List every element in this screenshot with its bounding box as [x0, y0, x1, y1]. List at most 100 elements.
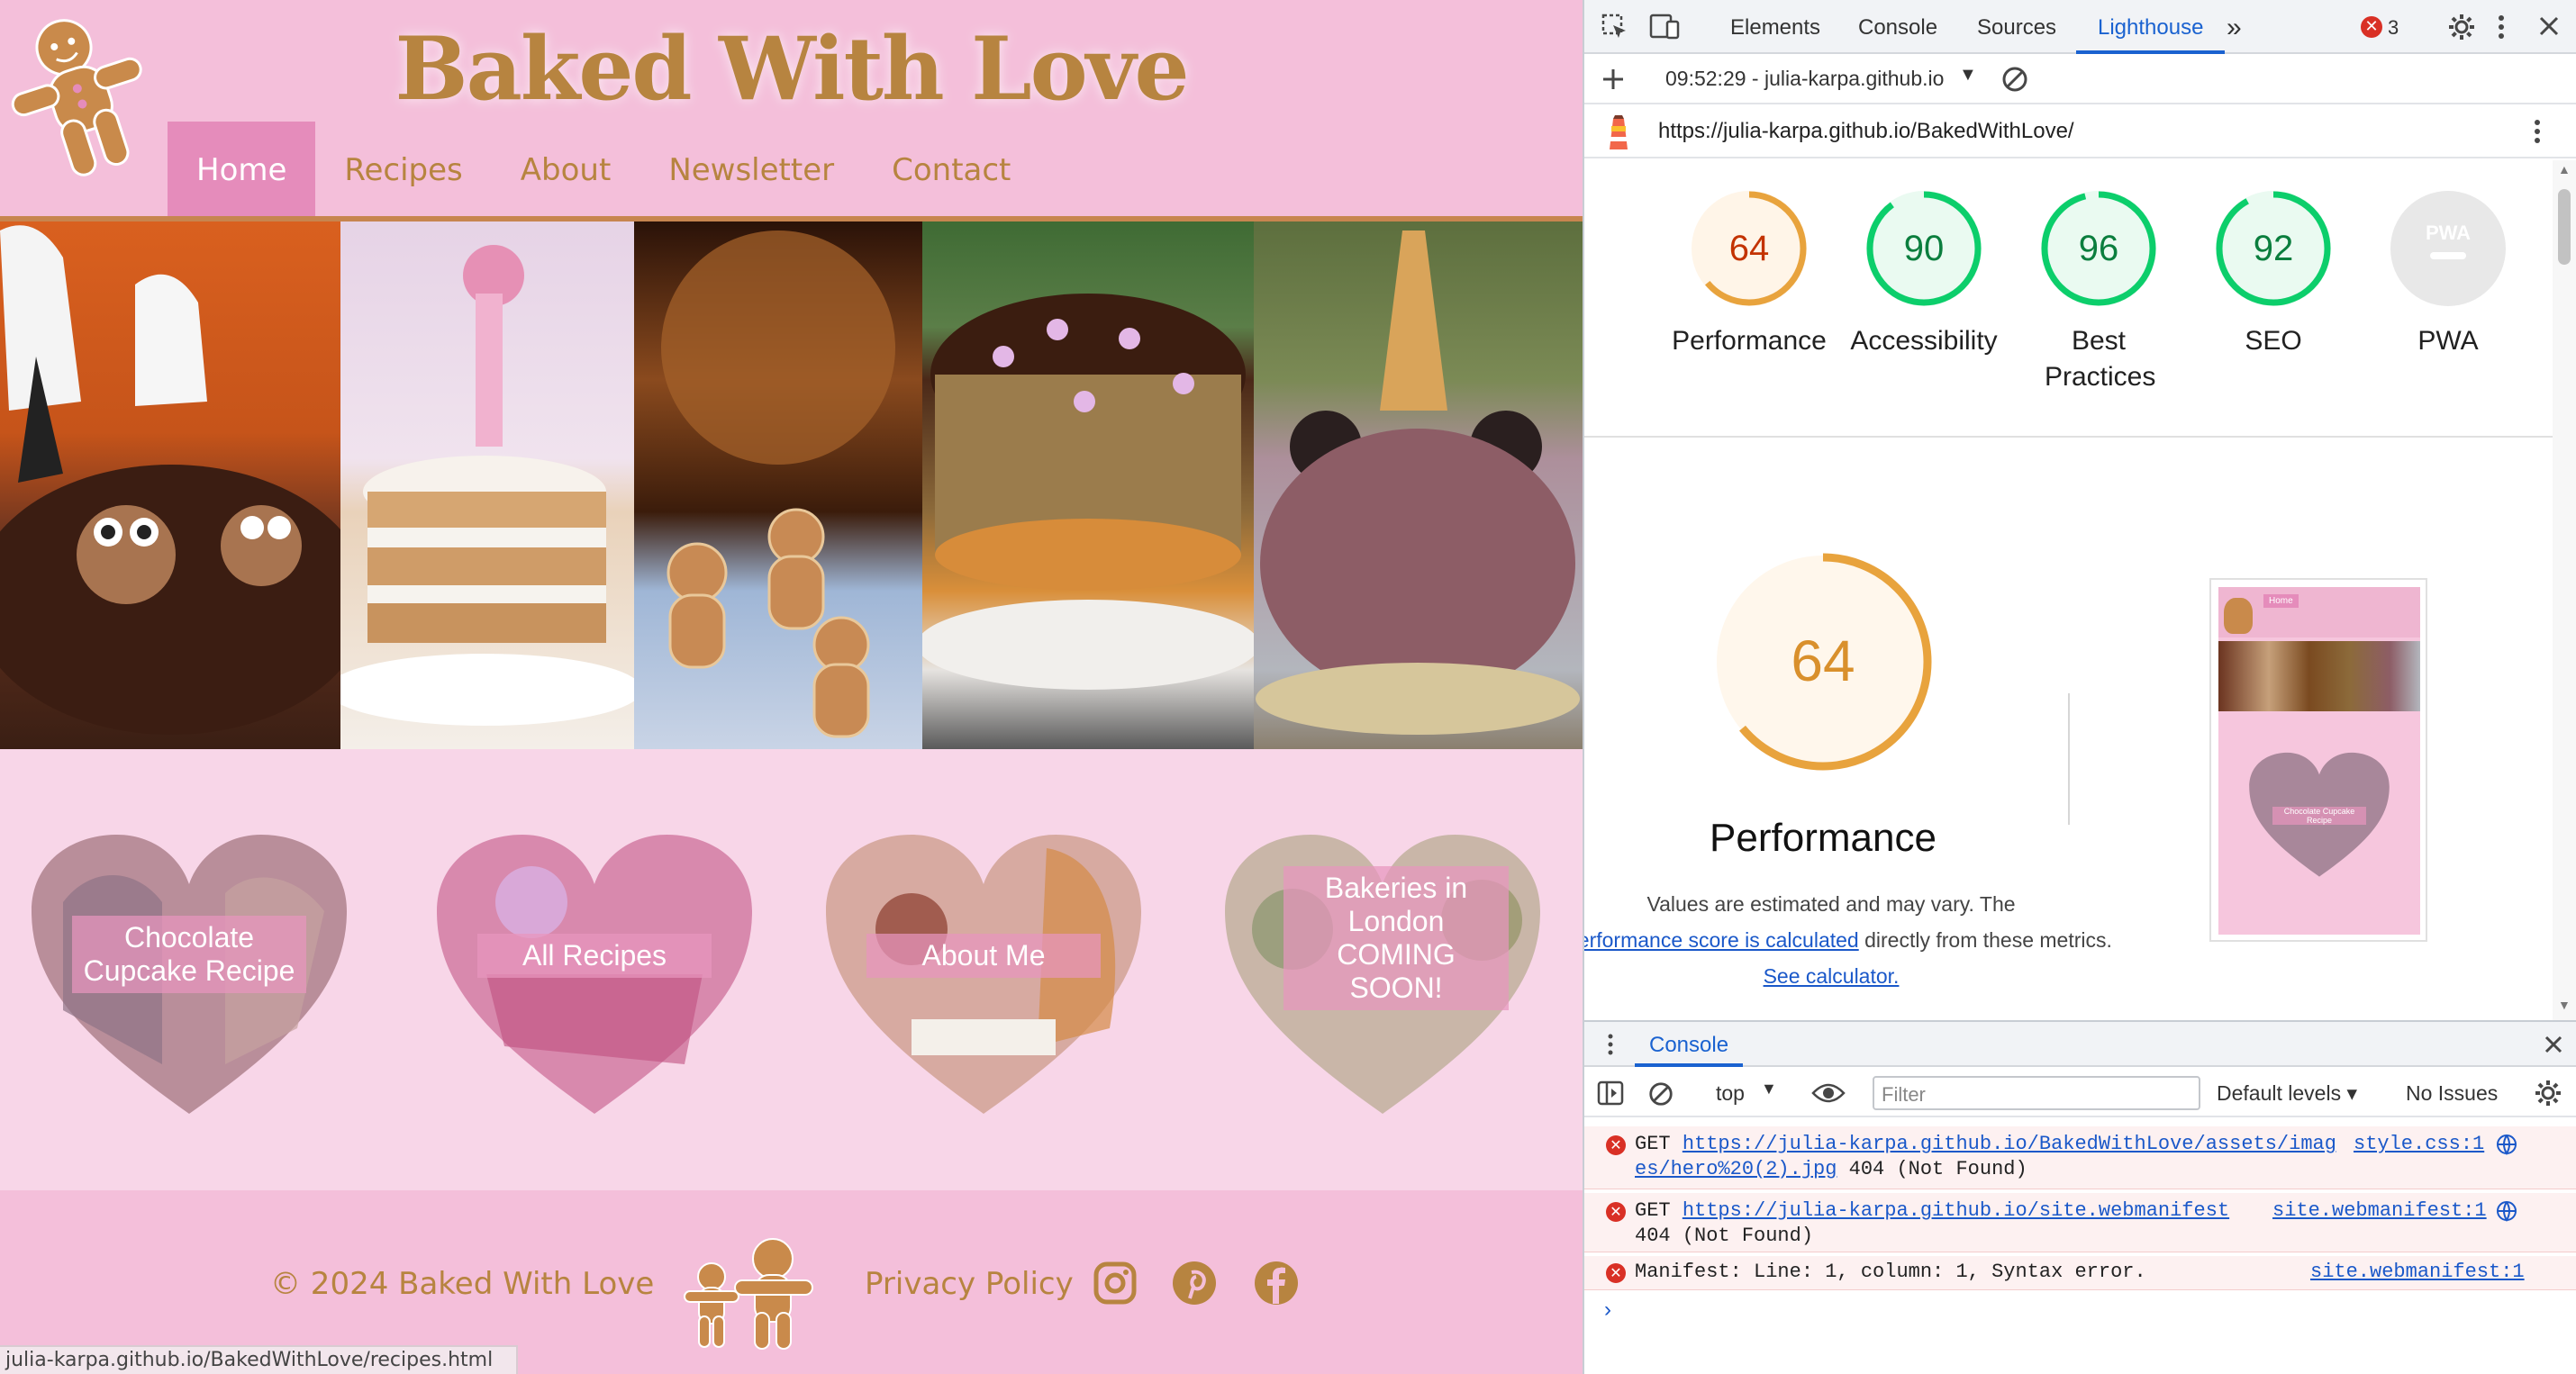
console-toolbar: top ▼ Filter Default levels ▾ No Issues	[1584, 1069, 2576, 1117]
hero-photo-chocolate-cake	[922, 221, 1254, 749]
heart-card-about-me[interactable]: About Me	[821, 830, 1146, 1127]
nav-home[interactable]: Home	[168, 122, 316, 218]
tab-console[interactable]: Console	[1858, 0, 1937, 54]
context-chevron-down-icon[interactable]: ▼	[1761, 1080, 1777, 1098]
page-screenshot-thumbnail[interactable]: Home Chocolate Cupcake Recipe	[2209, 578, 2427, 942]
thumbnail-nav: Home	[2263, 594, 2299, 608]
error-count[interactable]: 3	[2388, 16, 2399, 40]
thumbnail-hero	[2218, 641, 2420, 711]
lighthouse-url-bar: https://julia-karpa.github.io/BakedWithL…	[1584, 104, 2576, 158]
tab-elements[interactable]: Elements	[1730, 0, 1820, 54]
report-scrollbar[interactable]: ▲ ▼	[2553, 160, 2576, 1020]
heart-card-all-recipes[interactable]: All Recipes	[432, 830, 757, 1127]
nav-contact[interactable]: Contact	[863, 122, 1039, 218]
score-gauge-best-practices[interactable]: 96 Best Practices	[2013, 187, 2184, 395]
heart-image	[826, 835, 1141, 1114]
more-tabs-chevron-icon[interactable]: »	[2227, 0, 2242, 54]
console-error-row[interactable]: ✕ GET https://julia-karpa.github.io/site…	[1584, 1193, 2576, 1252]
scrollbar-thumb[interactable]	[2558, 189, 2571, 265]
close-drawer-icon[interactable]	[2543, 1034, 2564, 1055]
error-source-link[interactable]: style.css:1	[2354, 1132, 2484, 1157]
chevron-down-icon[interactable]: ▼	[1959, 65, 1977, 86]
error-url-link[interactable]: https://julia-karpa.github.io/BakedWithL…	[1683, 1133, 2336, 1155]
big-score-value: 64	[1791, 628, 1855, 693]
console-settings-gear-icon[interactable]	[2534, 1079, 2562, 1107]
score-ring: 92	[2216, 191, 2331, 306]
heart-card-chocolate-cupcake[interactable]: Chocolate Cupcake Recipe	[27, 830, 351, 1127]
console-filter-input[interactable]: Filter	[1873, 1076, 2200, 1110]
footer-copyright: © 2024 Baked With Love	[270, 1266, 655, 1302]
score-calculated-link[interactable]: performance score is calculated	[1584, 928, 1859, 952]
site-header: Baked With Love Home Recipes About Newsl…	[0, 0, 1583, 221]
tab-sources[interactable]: Sources	[1977, 0, 2056, 54]
score-value: 92	[2254, 229, 2294, 268]
nav-about[interactable]: About	[492, 122, 640, 218]
settings-gear-icon[interactable]	[2447, 13, 2476, 41]
score-value: 64	[1729, 229, 1770, 268]
report-divider	[1584, 436, 2576, 438]
drawer-menu-icon[interactable]	[1606, 1033, 1615, 1056]
report-selector[interactable]: 09:52:29 - julia-karpa.github.io	[1665, 67, 1944, 91]
console-error-row[interactable]: ✕ GET https://julia-karpa.github.io/Bake…	[1584, 1126, 2576, 1189]
network-request-icon[interactable]	[2496, 1200, 2517, 1222]
score-ring: 64	[1692, 191, 1807, 306]
kebab-menu-icon[interactable]	[2496, 13, 2507, 41]
nav-recipes[interactable]: Recipes	[315, 122, 491, 218]
footer-privacy-link[interactable]: Privacy Policy	[865, 1266, 1074, 1302]
console-error-row[interactable]: ✕ Manifest: Line: 1, column: 1, Syntax e…	[1584, 1256, 2576, 1290]
log-levels-dropdown[interactable]: Default levels ▾	[2217, 1081, 2357, 1106]
lighthouse-logo-icon	[1610, 115, 1628, 149]
thumbnail-heart-label: Chocolate Cupcake Recipe	[2272, 807, 2366, 825]
heart-label: All Recipes	[477, 934, 712, 978]
score-gauge-performance[interactable]: 64 Performance	[1664, 187, 1835, 359]
console-drawer-tab[interactable]: Console	[1635, 1022, 1744, 1067]
error-source-link[interactable]: site.webmanifest:1	[2272, 1198, 2487, 1224]
hero-gallery	[0, 221, 1583, 749]
hero-photo-layer-cake	[340, 221, 634, 749]
new-report-plus-icon[interactable]	[1601, 67, 1626, 92]
filter-placeholder: Filter	[1882, 1083, 1926, 1106]
score-gauge-pwa[interactable]: PWA PWA	[2363, 187, 2534, 359]
close-devtools-icon[interactable]	[2537, 14, 2561, 38]
error-icon: ✕	[1606, 1135, 1626, 1155]
see-calculator-link[interactable]: See calculator.	[1764, 964, 1900, 988]
report-menu-icon[interactable]	[2532, 117, 2543, 146]
scroll-down-arrow-icon[interactable]: ▼	[2558, 998, 2571, 1012]
inspect-element-icon[interactable]	[1601, 13, 1629, 41]
tab-lighthouse[interactable]: Lighthouse	[2076, 0, 2226, 54]
error-url-link-cont[interactable]: es/hero%20(2).jpg	[1635, 1158, 1837, 1180]
score-value: 90	[1904, 229, 1945, 268]
console-sidebar-icon[interactable]	[1597, 1080, 1624, 1106]
error-icon: ✕	[1606, 1202, 1626, 1222]
score-gauge-seo[interactable]: 92 SEO	[2188, 187, 2359, 359]
performance-heading: Performance	[1710, 816, 1937, 860]
lighthouse-toolbar: 09:52:29 - julia-karpa.github.io ▼	[1584, 54, 2576, 104]
score-label: Accessibility	[1850, 326, 1998, 356]
site-title: Baked With Love	[395, 18, 1189, 120]
context-selector[interactable]: top	[1716, 1081, 1745, 1106]
console-prompt-chevron-icon[interactable]: ›	[1604, 1297, 1611, 1323]
network-request-icon[interactable]	[2496, 1134, 2517, 1155]
note-text-1: Values are estimated and may vary. The	[1646, 892, 2016, 916]
nav-newsletter[interactable]: Newsletter	[639, 122, 863, 218]
error-source-link[interactable]: site.webmanifest:1	[2310, 1260, 2525, 1285]
error-url-link[interactable]: https://julia-karpa.github.io/site.webma…	[1683, 1199, 2229, 1222]
live-expression-eye-icon[interactable]	[1811, 1080, 1846, 1106]
clear-reports-icon[interactable]	[2000, 65, 2029, 94]
facebook-icon[interactable]	[1254, 1261, 1299, 1306]
audited-url: https://julia-karpa.github.io/BakedWithL…	[1658, 119, 2074, 143]
device-toolbar-icon[interactable]	[1649, 13, 1680, 41]
gingerbread-couple-icon	[684, 1238, 813, 1350]
score-ring: 96	[2041, 191, 2156, 306]
error-badge-icon[interactable]: ✕	[2361, 16, 2382, 38]
scroll-up-arrow-icon[interactable]: ▲	[2558, 162, 2571, 176]
pinterest-icon[interactable]	[1172, 1261, 1217, 1306]
issues-count[interactable]: No Issues	[2406, 1081, 2498, 1106]
performance-note: Values are estimated and may vary. The p…	[1584, 886, 2112, 994]
clear-console-icon[interactable]	[1647, 1080, 1674, 1107]
score-gauge-accessibility[interactable]: 90 Accessibility	[1838, 187, 2009, 359]
heart-card-bakeries-london[interactable]: Bakeries in London COMING SOON!	[1220, 830, 1545, 1127]
instagram-icon[interactable]	[1093, 1261, 1138, 1306]
hero-photo-unicorn-cake	[1254, 221, 1583, 749]
main-nav: Home Recipes About Newsletter Contact	[168, 122, 1039, 218]
